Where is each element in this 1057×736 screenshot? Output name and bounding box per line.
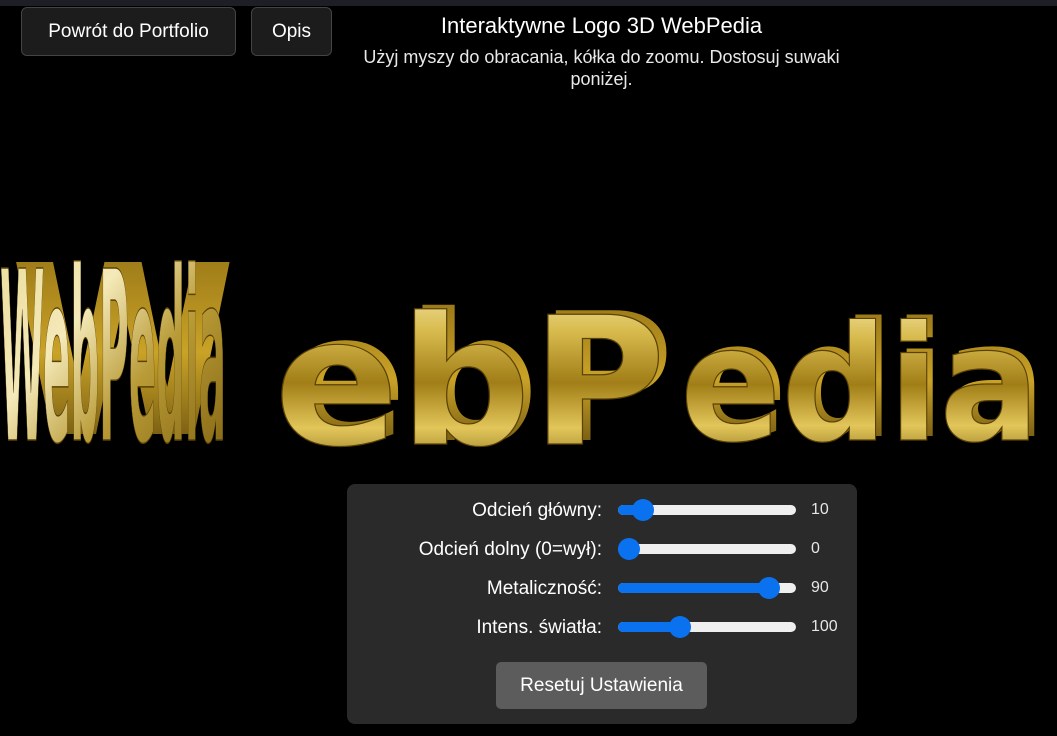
slider-value: 100	[811, 618, 838, 635]
slider-row-metalness: Metaliczność: 90	[347, 574, 857, 604]
main-hue-slider[interactable]	[618, 499, 796, 521]
slider-thumb[interactable]	[758, 577, 781, 599]
controls-panel: Odcień główny: 10 Odcień dolny (0=wył): …	[347, 484, 857, 724]
slider-value: 0	[811, 540, 820, 557]
reset-settings-button[interactable]: Resetuj Ustawienia	[496, 662, 707, 709]
metalness-slider[interactable]	[618, 577, 796, 599]
slider-label: Odcień główny:	[472, 500, 602, 521]
browser-top-strip	[0, 0, 1057, 6]
slider-label: Metaliczność:	[486, 578, 602, 599]
slider-thumb[interactable]	[631, 499, 654, 521]
page-header: Interaktywne Logo 3D WebPedia Użyj myszy…	[340, 12, 863, 90]
description-button[interactable]: Opis	[251, 7, 332, 56]
light-intensity-slider[interactable]	[618, 616, 796, 638]
slider-row-main-hue: Odcień główny: 10	[347, 496, 857, 526]
slider-fill	[618, 583, 770, 593]
page: Powrót do Portfolio Opis Interaktywne Lo…	[0, 0, 1057, 736]
logo-3d-svg[interactable]: W ebP edia WebPedia ebP edia	[0, 200, 1057, 497]
logo-3d-canvas[interactable]: W ebP edia WebPedia ebP edia	[0, 200, 1057, 497]
slider-thumb[interactable]	[617, 538, 640, 560]
page-subtitle: Użyj myszy do obracania, kółka do zoomu.…	[363, 47, 840, 89]
bottom-hue-slider[interactable]	[617, 538, 796, 560]
slider-thumb[interactable]	[669, 616, 692, 638]
page-title: Interaktywne Logo 3D WebPedia	[440, 13, 763, 38]
logo-letters-edia: edia	[680, 291, 1040, 470]
logo-face: WebPedia ebP edia	[0, 220, 1041, 497]
slider-row-bottom-hue: Odcień dolny (0=wył): 0	[347, 535, 857, 565]
slider-row-light-intensity: Intens. światła: 100	[347, 613, 857, 643]
logo-letters-ebp: ebP	[274, 279, 666, 470]
back-to-portfolio-button[interactable]: Powrót do Portfolio	[21, 7, 236, 56]
slider-label: Odcień dolny (0=wył):	[418, 539, 602, 560]
slider-value: 90	[811, 579, 829, 596]
logo-letter-w: WebPedia	[0, 221, 226, 470]
slider-label: Intens. światła:	[476, 617, 602, 638]
slider-value: 10	[811, 501, 829, 518]
